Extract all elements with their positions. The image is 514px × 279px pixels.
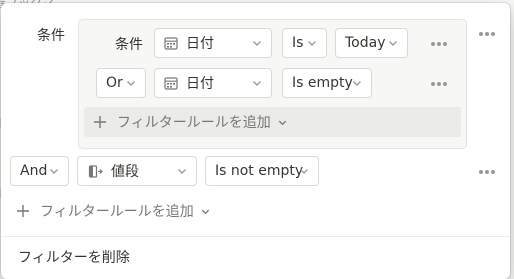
rule-more-button[interactable] — [431, 39, 453, 49]
add-filter-rule-button[interactable]: フィルタールールを追加 — [16, 196, 211, 226]
chevron-down-icon — [353, 81, 361, 86]
connector-select-label: And — [20, 163, 48, 179]
group-more-button[interactable] — [479, 29, 501, 39]
add-rule-label: フィルタールールを追加 — [40, 204, 194, 220]
operator-select[interactable]: Is — [282, 28, 327, 58]
delete-filter-button[interactable]: フィルターを削除 — [18, 247, 130, 267]
chevron-down-icon — [253, 41, 261, 46]
condition-label: 条件 — [37, 28, 65, 44]
chevron-down-icon — [278, 120, 286, 125]
rule-connector-label: 条件 — [115, 37, 143, 53]
group-add-filter-rule-button[interactable]: フィルタールールを追加 — [84, 107, 461, 137]
property-select[interactable]: 日付 — [154, 68, 272, 98]
chevron-down-icon — [201, 209, 209, 214]
chevron-down-icon — [308, 41, 316, 46]
operator-select-label: Is not empty — [215, 163, 304, 179]
connector-select[interactable]: And — [10, 156, 69, 186]
chevron-down-icon — [389, 41, 397, 46]
filter-popover: 条件 条件 日付 Is Today Or 日付 Is empty フィルタールー… — [1, 3, 510, 279]
connector-select-label: Or — [106, 75, 123, 91]
value-select-label: Today — [345, 35, 386, 51]
value-select[interactable]: Today — [335, 28, 408, 58]
plus-icon — [94, 116, 106, 128]
add-rule-label: フィルタールールを追加 — [117, 115, 271, 131]
calendar-icon — [164, 77, 178, 90]
chevron-down-icon — [50, 169, 58, 174]
calendar-icon — [164, 37, 178, 50]
operator-select[interactable]: Is not empty — [205, 156, 319, 186]
rule-more-button[interactable] — [431, 79, 453, 89]
property-select[interactable]: 日付 — [154, 28, 272, 58]
plus-icon — [17, 205, 29, 217]
chevron-down-icon — [253, 81, 261, 86]
operator-select[interactable]: Is empty — [282, 68, 372, 98]
divider — [1, 236, 510, 237]
connector-select[interactable]: Or — [96, 68, 146, 98]
rule-more-button[interactable] — [479, 167, 501, 177]
operator-select-label: Is — [292, 35, 304, 51]
operator-select-label: Is empty — [292, 75, 353, 91]
chevron-down-icon — [127, 81, 135, 86]
formula-icon — [88, 164, 103, 178]
property-select-label: 値段 — [111, 164, 139, 180]
chevron-down-icon — [300, 169, 308, 174]
property-select[interactable]: 値段 — [77, 156, 197, 186]
chevron-down-icon — [178, 169, 186, 174]
property-select-label: 日付 — [186, 76, 214, 92]
property-select-label: 日付 — [186, 36, 214, 52]
